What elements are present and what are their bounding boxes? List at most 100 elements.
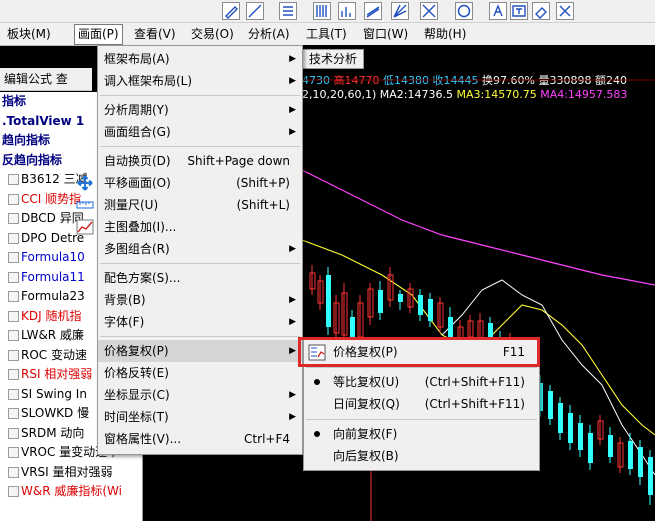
menu-8[interactable]: 帮助(H) (421, 26, 469, 42)
indicator-row[interactable]: Formula11 (8, 268, 85, 287)
menu-4[interactable]: 交易(O) (188, 26, 237, 42)
grid-lines-icon[interactable] (313, 2, 331, 20)
menu-item[interactable]: 平移画面(O) (Shift+P) (77, 172, 302, 194)
indicator-row[interactable]: DBCD 异同 (8, 209, 84, 228)
menu-item[interactable]: 价格复权(P) ▶ (98, 340, 302, 362)
indicator-label: ROC 变动速 (21, 347, 87, 362)
indicator-label: Formula11 (21, 269, 85, 284)
highlight-frame (298, 337, 540, 367)
indicator-label: DBCD 异同 (21, 211, 84, 225)
submenu-arrow-icon: ▶ (289, 54, 296, 64)
indicator-box-icon (8, 291, 19, 302)
indicator-row[interactable]: W&R 威廉指标(Wi (8, 482, 122, 501)
ma4-line (301, 169, 655, 286)
pattern-icon[interactable] (420, 2, 438, 20)
menu-5[interactable]: 分析(A) (245, 26, 293, 42)
candle (428, 299, 433, 321)
submenu-item[interactable]: 向后复权(B) (304, 446, 539, 467)
menu-item[interactable]: 画面组合(G) ▶ (98, 121, 302, 143)
indicator-row[interactable]: SRDM 动向 (8, 424, 84, 443)
menu-item[interactable]: 主图叠加(I)... (76, 216, 302, 238)
indicator-row[interactable]: KDJ 随机指 (8, 307, 81, 326)
indicator-row[interactable]: 指标 (2, 92, 26, 111)
indicator-box-icon (8, 349, 19, 361)
drawing-toolbar (0, 0, 655, 23)
candle (628, 441, 633, 469)
menu-item[interactable]: 价格反转(E) (98, 362, 302, 384)
edit-pen-icon[interactable] (222, 2, 240, 20)
indicator-label: LW&R 威廉 (21, 328, 84, 342)
submenu-item[interactable]: 日间复权(Q) (Ctrl+Shift+F11) (304, 394, 539, 415)
indicator-box-icon (8, 466, 19, 478)
submenu-arrow-icon: ▶ (289, 105, 296, 115)
line-tool-icon[interactable] (246, 2, 264, 20)
submenu-item[interactable]: 向前复权(F) (304, 424, 539, 445)
indicator-row[interactable]: RSI 相对强弱 (8, 365, 92, 384)
indicator-row[interactable]: Formula10 (8, 248, 85, 267)
formula-edit-bar[interactable]: 编辑公式 查 (0, 68, 92, 91)
fan-icon[interactable] (391, 2, 409, 20)
text-list-icon[interactable] (279, 2, 297, 20)
menu-item-label: 背景(B) (104, 293, 146, 307)
menu-1[interactable]: 板块(M) (4, 26, 54, 42)
indicator-label: Formula23 (21, 289, 85, 303)
menu-item-label: 画面组合(G) (104, 125, 171, 139)
indicator-row[interactable]: 反趋向指标 (2, 151, 62, 170)
indicator-row[interactable]: CCI 顺势指 (8, 190, 81, 209)
text-box-icon[interactable] (510, 2, 528, 20)
indicator-row[interactable]: .TotalView 1 (2, 112, 84, 131)
view-dropdown-menu: 框架布局(A) ▶ 调入框架布局(L) ▶ 分析周期(Y) ▶ 画面组合(G) ▶ 自动换页(D… (76, 45, 303, 455)
menu-item[interactable]: 自动换页(D) Shift+Page down (98, 150, 302, 172)
menu-item[interactable]: 背景(B) ▶ (98, 289, 302, 311)
menu-item[interactable]: 框架布局(A) ▶ (98, 48, 302, 70)
indicator-box-icon (8, 486, 19, 497)
submenu-arrow-icon: ▶ (289, 412, 296, 422)
menu-6[interactable]: 工具(T) (303, 26, 350, 42)
bars-icon[interactable] (338, 2, 356, 20)
menu-item[interactable]: 窗格属性(V)... Ctrl+F4 (98, 428, 302, 450)
indicator-label: KDJ 随机指 (21, 308, 82, 323)
indicator-row[interactable]: Formula23 (8, 287, 85, 306)
menu-item[interactable]: 配色方案(S)... (98, 267, 302, 289)
circle-icon[interactable] (455, 2, 473, 20)
indicator-label: VRSI 量相对强弱 (21, 464, 113, 479)
menu-item[interactable]: 调入框架布局(L) ▶ (98, 70, 302, 92)
ruler-icon (76, 201, 94, 209)
submenu-arrow-icon: ▶ (289, 346, 296, 356)
menu-separator (100, 146, 300, 147)
menu-item-label: 主图叠加(I)... (104, 220, 177, 234)
text-a-icon[interactable] (489, 2, 507, 20)
menu-item[interactable]: 测量尺(U) (Shift+L) (76, 194, 302, 216)
indicator-row[interactable]: DPO Detre (8, 229, 84, 248)
delete-icon[interactable] (556, 2, 574, 20)
indicator-row[interactable]: VRSI 量相对强弱 (8, 463, 113, 482)
submenu-item-shortcut: (Ctrl+Shift+F11) (424, 397, 525, 411)
candle (648, 457, 653, 495)
eraser-icon[interactable] (532, 2, 550, 20)
menu-item-label: 自动换页(D) (104, 154, 171, 168)
indicator-label: DPO Detre (21, 230, 85, 245)
channel-icon[interactable] (364, 2, 382, 20)
menu-3[interactable]: 查看(V) (131, 26, 179, 42)
menu-item-label: 窗格属性(V)... (104, 432, 182, 446)
indicator-box-icon (8, 193, 19, 205)
menu-2[interactable]: 画面(P) (74, 24, 123, 45)
menu-item[interactable]: 分析周期(Y) ▶ (98, 99, 302, 121)
menu-7[interactable]: 窗口(W) (360, 26, 411, 42)
indicator-box-icon (8, 232, 19, 244)
menu-item[interactable]: 坐标显示(C) ▶ (98, 384, 302, 406)
indicator-row[interactable]: LW&R 威廉 (8, 326, 84, 345)
indicator-row[interactable]: SLOWKD 慢 (8, 404, 89, 423)
indicator-row[interactable]: 趋向指标 (2, 131, 50, 150)
submenu-item[interactable]: 等比复权(U) (Ctrl+Shift+F11) (304, 372, 539, 393)
indicator-row[interactable]: ROC 变动速 (8, 346, 87, 365)
menu-item[interactable]: 字体(F) ▶ (98, 311, 302, 333)
indicator-box-icon (8, 447, 19, 458)
menu-item[interactable]: 时间坐标(T) ▶ (98, 406, 302, 428)
menu-separator (100, 336, 300, 337)
menu-item[interactable]: 多图组合(R) ▶ (98, 238, 302, 260)
candle (398, 294, 403, 302)
indicator-box-icon (8, 427, 19, 439)
indicator-label: RSI 相对强弱 (21, 367, 93, 381)
indicator-row[interactable]: SI Swing In (8, 385, 87, 404)
